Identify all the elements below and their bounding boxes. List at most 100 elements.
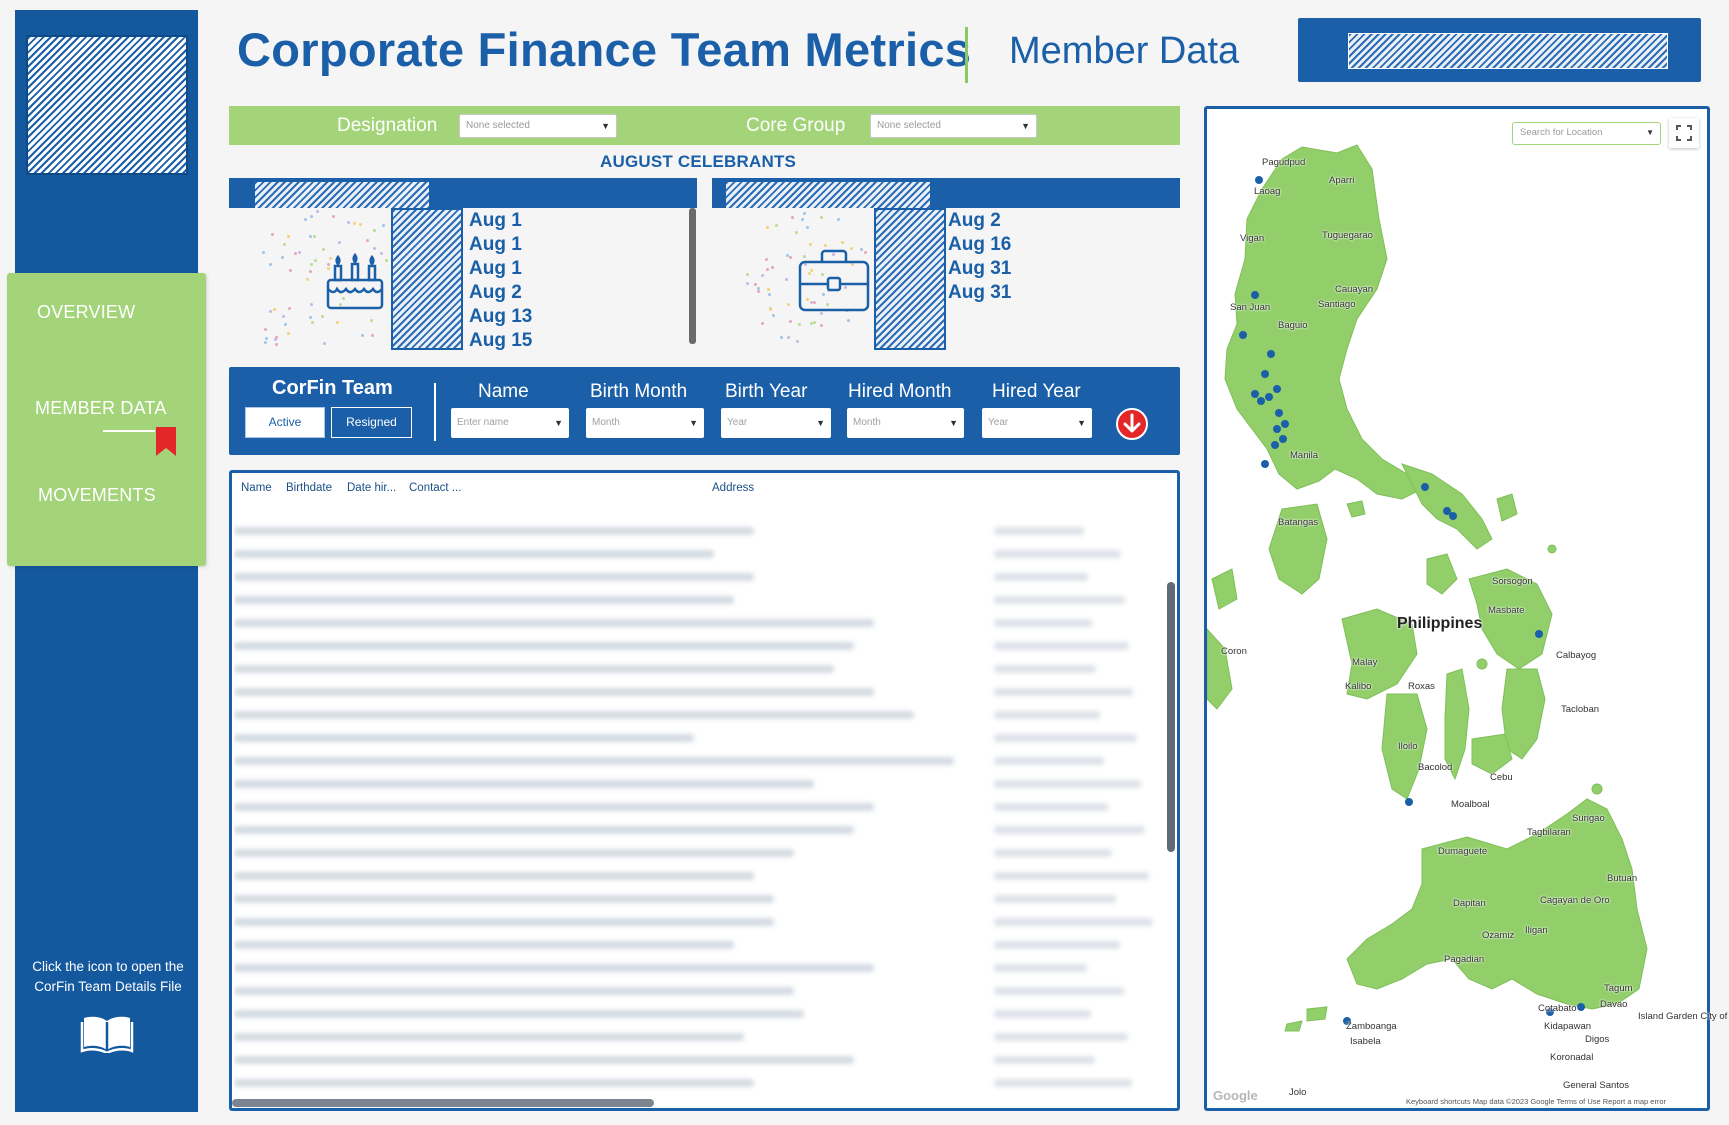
title-divider <box>965 27 968 83</box>
team-bar-divider <box>434 383 436 441</box>
table-row[interactable] <box>234 987 794 995</box>
chevron-down-icon: ▼ <box>689 418 698 428</box>
anniversary-date: Aug 31 <box>948 282 1012 303</box>
chevron-down-icon: ▼ <box>816 418 825 428</box>
table-row-address <box>994 527 1084 535</box>
table-body-redacted <box>234 510 1164 1095</box>
table-row[interactable] <box>234 826 854 834</box>
active-button[interactable]: Active <box>245 407 325 438</box>
map-place-label: Masbate <box>1488 605 1525 616</box>
column-header-address[interactable]: Address <box>712 482 754 494</box>
map-place-label: Island Garden City of Samal <box>1638 1011 1729 1022</box>
map-location-search[interactable]: Search for Location ▼ <box>1512 122 1661 145</box>
birth-year-placeholder: Year <box>727 417 748 428</box>
map-place-label: Malay <box>1352 657 1378 668</box>
name-placeholder: Enter name <box>457 417 509 428</box>
hired-month-placeholder: Month <box>853 417 881 428</box>
table-row[interactable] <box>234 849 794 857</box>
table-row[interactable] <box>234 757 954 765</box>
table-row-address <box>994 734 1137 742</box>
anniversary-date: Aug 31 <box>948 258 1012 279</box>
hired-month-dropdown[interactable]: Month ▼ <box>847 408 964 438</box>
chevron-down-icon: ▼ <box>949 418 958 428</box>
table-row[interactable] <box>234 918 774 926</box>
table-row[interactable] <box>234 941 734 949</box>
hired-month-label: Hired Month <box>848 381 952 402</box>
table-row[interactable] <box>234 688 874 696</box>
column-header-contact[interactable]: Contact ... <box>409 482 461 494</box>
table-row[interactable] <box>234 1079 754 1087</box>
table-vertical-scrollbar[interactable] <box>1167 582 1175 852</box>
table-row[interactable] <box>234 964 874 972</box>
table-row-address <box>994 895 1116 903</box>
designation-dropdown[interactable]: None selected ▼ <box>459 114 617 138</box>
table-row-address <box>994 918 1153 926</box>
hired-year-dropdown[interactable]: Year ▼ <box>982 408 1092 438</box>
column-header-birthdate[interactable]: Birthdate <box>286 482 332 494</box>
birthday-photo <box>391 208 463 350</box>
table-row[interactable] <box>234 1010 804 1018</box>
table-row[interactable] <box>234 803 874 811</box>
map-country-label: Philippines <box>1397 615 1483 632</box>
download-icon[interactable] <box>1116 408 1148 440</box>
page-title: Corporate Finance Team Metrics <box>237 23 972 76</box>
map-place-label: Zamboanga <box>1346 1021 1397 1032</box>
map-place-label: Isabela <box>1350 1036 1381 1047</box>
table-row[interactable] <box>234 895 774 903</box>
map-place-label: Cebu <box>1490 772 1513 783</box>
map-attribution[interactable]: Keyboard shortcuts Map data ©2023 Google… <box>1406 1097 1667 1106</box>
name-search-input[interactable]: Enter name ▼ <box>451 408 569 438</box>
map-place-label: San Juan <box>1230 302 1271 313</box>
fullscreen-icon[interactable] <box>1669 118 1699 148</box>
nav-item-member-data[interactable]: MEMBER DATA <box>35 398 234 419</box>
map-place-label: Santiago <box>1318 299 1356 310</box>
birth-year-dropdown[interactable]: Year ▼ <box>721 408 831 438</box>
birthday-date-list: Aug 1 Aug 1 Aug 1 Aug 2 Aug 13 Aug 15 <box>469 209 532 353</box>
hired-year-label: Hired Year <box>992 381 1081 402</box>
core-group-dropdown[interactable]: None selected ▼ <box>870 114 1037 138</box>
table-row[interactable] <box>234 711 914 719</box>
column-header-name[interactable]: Name <box>241 482 272 494</box>
map-search-placeholder: Search for Location <box>1520 127 1603 138</box>
map-place-label: Bacolod <box>1418 762 1453 773</box>
nav-item-overview[interactable]: OVERVIEW <box>37 302 236 323</box>
designation-value: None selected <box>466 120 530 131</box>
map-place-label: Kidapawan <box>1544 1021 1592 1032</box>
anniversary-date: Aug 16 <box>948 234 1012 255</box>
chevron-down-icon: ▼ <box>554 418 563 428</box>
table-row-address <box>994 1079 1132 1087</box>
core-group-value: None selected <box>877 120 941 131</box>
birthday-date: Aug 1 <box>469 258 522 279</box>
table-row[interactable] <box>234 642 854 650</box>
map-place-label: Kalibo <box>1345 681 1372 692</box>
birth-month-dropdown[interactable]: Month ▼ <box>586 408 704 438</box>
anniversary-date-list: Aug 2 Aug 16 Aug 31 Aug 31 <box>948 209 1011 305</box>
table-row[interactable] <box>234 573 754 581</box>
map-place-label: Manila <box>1290 450 1318 461</box>
google-logo: Google <box>1213 1088 1258 1103</box>
map-place-label: Dapitan <box>1453 898 1486 909</box>
nav-active-underline <box>103 430 155 432</box>
table-row[interactable] <box>234 1033 744 1041</box>
table-row[interactable] <box>234 1056 854 1064</box>
map-place-label: Cotabato <box>1538 1003 1577 1014</box>
table-row[interactable] <box>234 596 734 604</box>
table-row[interactable] <box>234 619 874 627</box>
filter-bar: Designation None selected ▼ Core Group No… <box>229 106 1180 145</box>
table-row[interactable] <box>234 527 754 535</box>
map-place-label: Iligan <box>1525 925 1548 936</box>
chevron-down-icon: ▼ <box>1021 121 1030 131</box>
book-icon[interactable] <box>80 1013 134 1053</box>
column-header-date-hired[interactable]: Date hir... <box>347 482 396 494</box>
resigned-button[interactable]: Resigned <box>331 407 412 438</box>
table-row[interactable] <box>234 780 814 788</box>
table-row[interactable] <box>234 872 754 880</box>
nav-item-movements[interactable]: MOVEMENTS <box>38 485 237 506</box>
table-horizontal-scrollbar[interactable] <box>232 1099 654 1107</box>
table-row[interactable] <box>234 734 694 742</box>
anniversary-panel-title-image <box>726 182 930 208</box>
chevron-down-icon: ▼ <box>1646 128 1654 137</box>
birthday-list-scrollbar[interactable] <box>689 208 696 344</box>
table-row[interactable] <box>234 550 714 558</box>
table-row[interactable] <box>234 665 834 673</box>
